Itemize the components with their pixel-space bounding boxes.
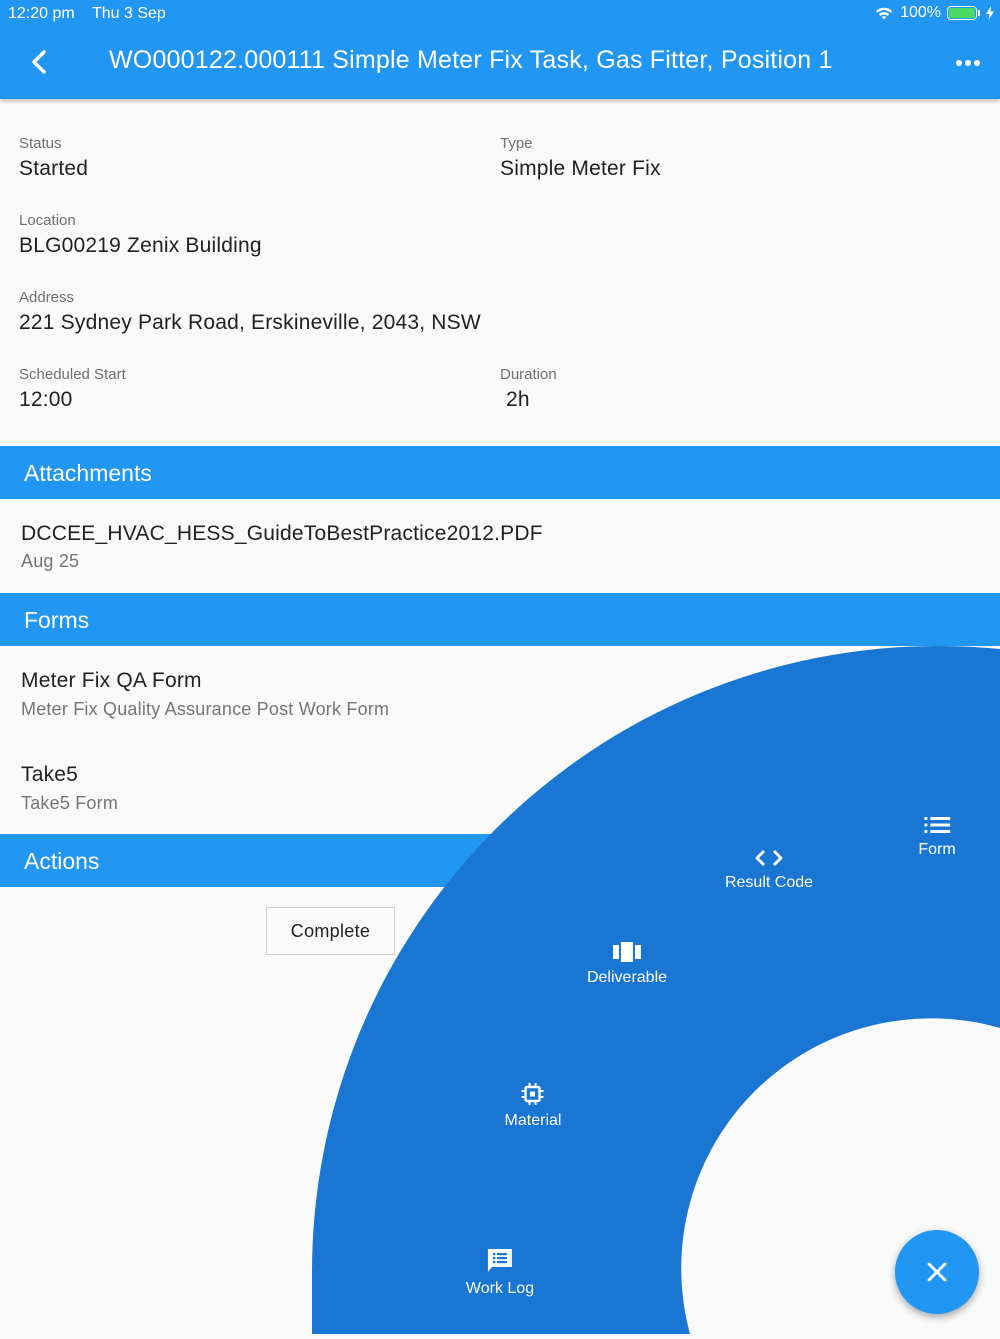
attachments-header: Attachments (0, 446, 1000, 499)
battery-tip (978, 10, 980, 16)
form-subtitle: Meter Fix Quality Assurance Post Work Fo… (21, 699, 390, 719)
radial-item-label: Form (918, 841, 956, 858)
type-label: Type (500, 135, 533, 152)
scheduled-start-value: 12:00 (19, 388, 73, 411)
status-time: 12:20 pm (8, 5, 75, 22)
address-value: 221 Sydney Park Road, Erskineville, 2043… (19, 311, 481, 334)
wifi-icon (875, 7, 893, 20)
code-icon (755, 850, 783, 866)
more-horizontal-icon (956, 60, 980, 66)
scheduled-start-label: Scheduled Start (19, 366, 126, 383)
scheduled-start-field: Scheduled Start 12:00 (19, 366, 126, 412)
close-fab[interactable] (895, 1230, 979, 1314)
actions-header: Actions (0, 834, 1000, 887)
charging-bolt-icon (986, 6, 994, 20)
duration-label: Duration (500, 366, 557, 383)
radial-item-label: Material (504, 1112, 562, 1129)
radial-item-label: Work Log (465, 1280, 535, 1297)
page-title: WO000122.000111 Simple Meter Fix Task, G… (109, 46, 833, 74)
duration-field: Duration 2h (500, 366, 557, 412)
close-icon (927, 1262, 947, 1282)
radial-item-deliverable[interactable]: Deliverable (587, 941, 667, 987)
attachment-date: Aug 25 (21, 551, 80, 571)
radial-item-label: Deliverable (586, 969, 668, 986)
location-field: Location BLG00219 Zenix Building (19, 212, 262, 258)
battery-icon (947, 6, 977, 20)
chevron-left-icon (32, 50, 46, 74)
location-value: BLG00219 Zenix Building (19, 234, 262, 257)
attachment-item[interactable]: DCCEE_HVAC_HESS_GuideToBestPractice2012.… (21, 522, 543, 572)
type-value: Simple Meter Fix (500, 157, 661, 180)
battery-percent: 100% (900, 4, 941, 21)
message-list-icon (488, 1249, 512, 1272)
attachment-name: DCCEE_HVAC_HESS_GuideToBestPractice2012.… (21, 522, 543, 545)
form-title: Meter Fix QA Form (21, 669, 202, 692)
status-label: Status (19, 135, 62, 152)
radial-menu-background (312, 645, 1000, 1334)
status-value: Started (19, 157, 89, 180)
duration-value: 2h (506, 388, 530, 411)
type-field: Type Simple Meter Fix (500, 135, 661, 181)
radial-item-form[interactable]: Form (918, 815, 956, 859)
app-bar: 12:20 pm Thu 3 Sep 100% WO000122.000111 … (0, 0, 1000, 99)
chip-icon (522, 1083, 544, 1105)
forms-header: Forms (0, 593, 1000, 646)
status-right: 100% (874, 4, 994, 22)
back-button[interactable] (22, 44, 58, 80)
radial-item-work-log[interactable]: Work Log (466, 1248, 534, 1298)
more-button[interactable] (954, 46, 982, 80)
form-item[interactable]: Meter Fix QA Form Meter Fix Quality Assu… (21, 669, 389, 720)
list-icon (923, 817, 950, 833)
form-item[interactable]: Take5 Take5 Form (21, 763, 118, 814)
radial-item-label: Result Code (724, 874, 814, 891)
status-date: Thu 3 Sep (92, 5, 166, 22)
address-field: Address 221 Sydney Park Road, Erskinevil… (19, 289, 481, 335)
status-bar: 12:20 pm Thu 3 Sep 100% (0, 0, 1000, 28)
complete-button[interactable]: Complete (266, 907, 395, 955)
address-label: Address (19, 289, 75, 306)
radial-menu: Form Result Code Deliverable Material Wo… (0, 0, 1000, 1334)
status-field: Status Started (19, 135, 88, 181)
battery-fill (949, 8, 975, 18)
radial-item-material[interactable]: Material (504, 1082, 562, 1130)
form-title: Take5 (21, 763, 79, 786)
radial-item-result-code[interactable]: Result Code (725, 848, 813, 892)
view-column-icon (612, 942, 641, 962)
form-subtitle: Take5 Form (21, 793, 119, 813)
location-label: Location (19, 212, 76, 229)
